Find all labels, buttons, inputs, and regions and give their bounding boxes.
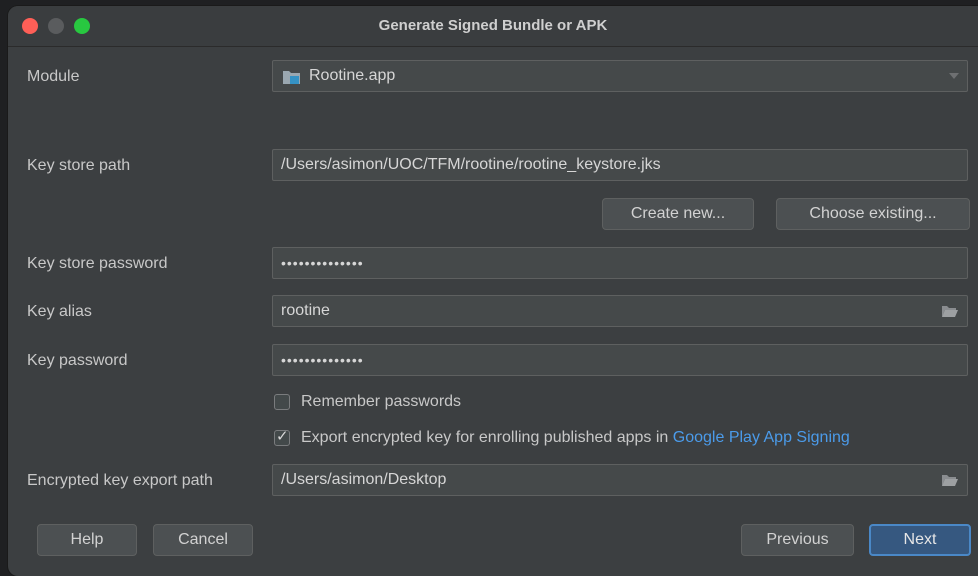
- module-value: Rootine.app: [309, 67, 396, 84]
- key-store-password-input[interactable]: ••••••••••••••: [272, 247, 968, 279]
- folder-open-icon[interactable]: [941, 304, 959, 318]
- module-label: Module: [27, 68, 80, 85]
- chevron-down-icon[interactable]: [949, 73, 959, 79]
- encrypted-key-export-path-value: /Users/asimon/Desktop: [281, 471, 447, 488]
- google-play-app-signing-link[interactable]: Google Play App Signing: [673, 429, 850, 446]
- remember-passwords-checkbox[interactable]: [274, 394, 290, 410]
- export-encrypted-key-checkbox[interactable]: ✓: [274, 428, 290, 446]
- help-button[interactable]: Help: [37, 524, 137, 556]
- module-select[interactable]: Rootine.app: [272, 60, 968, 92]
- export-encrypted-key-row: Export encrypted key for enrolling publi…: [301, 428, 850, 448]
- encrypted-key-export-path-label: Encrypted key export path: [27, 472, 213, 489]
- choose-existing-button[interactable]: Choose existing...: [776, 198, 970, 230]
- export-encrypted-key-label[interactable]: Export encrypted key for enrolling publi…: [301, 429, 668, 446]
- encrypted-key-export-path-input[interactable]: /Users/asimon/Desktop: [272, 464, 968, 496]
- key-alias-label: Key alias: [27, 303, 92, 320]
- checkmark-icon: ✓: [276, 428, 289, 445]
- key-store-path-input[interactable]: /Users/asimon/UOC/TFM/rootine/rootine_ke…: [272, 149, 968, 181]
- module-folder-icon: [283, 71, 300, 84]
- folder-open-icon[interactable]: [941, 473, 959, 487]
- previous-button[interactable]: Previous: [741, 524, 854, 556]
- next-button[interactable]: Next: [869, 524, 971, 556]
- dialog-title: Generate Signed Bundle or APK: [378, 17, 608, 34]
- title-bar: Generate Signed Bundle or APK: [8, 6, 978, 47]
- key-alias-value: rootine: [281, 302, 330, 319]
- cancel-button[interactable]: Cancel: [153, 524, 253, 556]
- signed-bundle-dialog: Generate Signed Bundle or APK Module Roo…: [8, 6, 978, 576]
- key-store-password-label: Key store password: [27, 255, 168, 272]
- key-store-path-value: /Users/asimon/UOC/TFM/rootine/rootine_ke…: [281, 156, 661, 173]
- key-password-label: Key password: [27, 352, 128, 369]
- key-password-value: ••••••••••••••: [281, 352, 364, 368]
- remember-passwords-label[interactable]: Remember passwords: [301, 392, 461, 412]
- key-store-path-label: Key store path: [27, 157, 131, 174]
- key-store-password-value: ••••••••••••••: [281, 255, 364, 271]
- key-password-input[interactable]: ••••••••••••••: [272, 344, 968, 376]
- create-new-button[interactable]: Create new...: [602, 198, 754, 230]
- key-alias-input[interactable]: rootine: [272, 295, 968, 327]
